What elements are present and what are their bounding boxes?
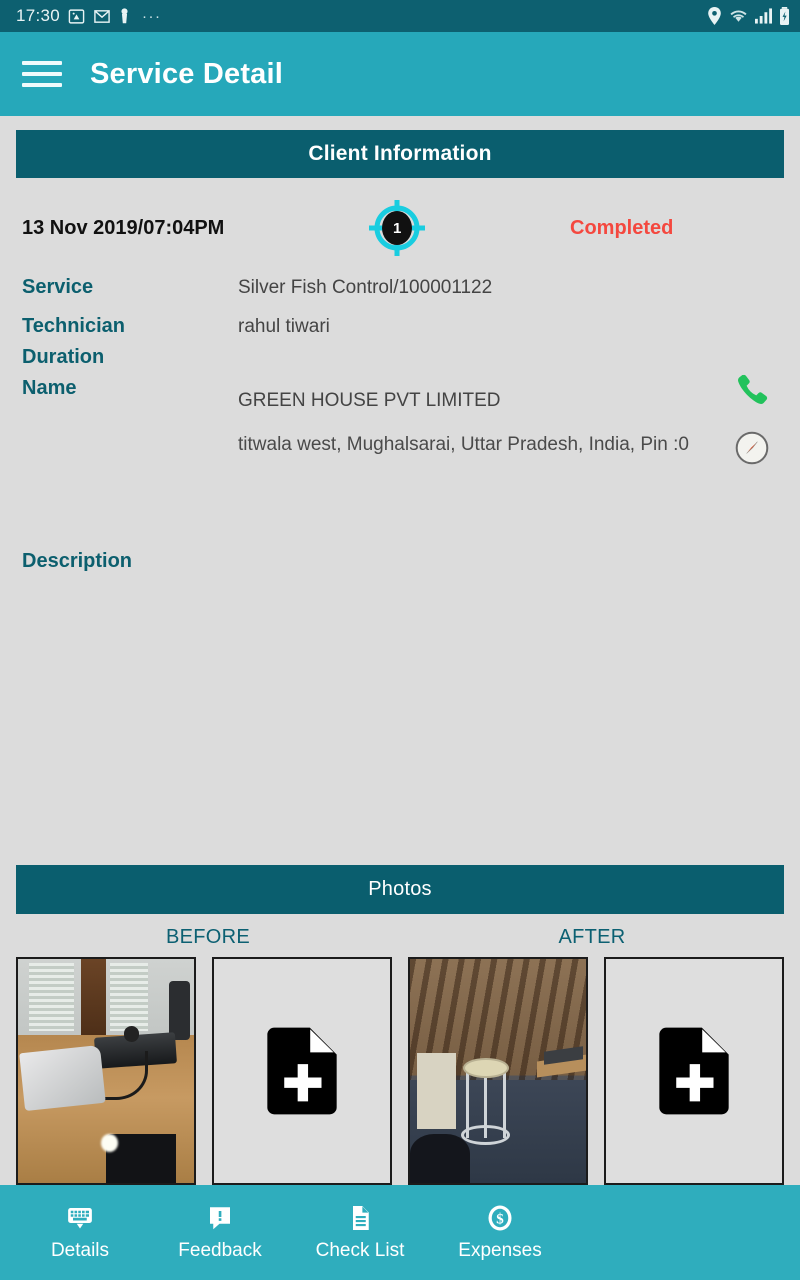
client-fields: Service Silver Fish Control/100001122 Te… xyxy=(0,258,800,465)
keyboard-icon xyxy=(65,1203,95,1233)
document-lines-icon xyxy=(345,1203,375,1233)
target-badge-count: 1 xyxy=(393,219,402,237)
status-bar: 17:30 ··· xyxy=(0,0,800,32)
gmail-icon xyxy=(93,8,111,25)
description-label: Description xyxy=(22,550,133,572)
nav-item-check-list[interactable]: Check List xyxy=(290,1203,430,1262)
phone-call-icon[interactable] xyxy=(733,371,771,414)
svg-text:$: $ xyxy=(496,1212,504,1228)
field-service: Service Silver Fish Control/100001122 xyxy=(22,272,778,303)
wifi-icon xyxy=(729,8,748,24)
nav-item-expenses-label: Expenses xyxy=(458,1240,542,1261)
service-summary-row: 13 Nov 2019/07:04PM 1 Completed xyxy=(0,198,800,258)
status-badge: Completed xyxy=(570,216,674,239)
before-label: BEFORE xyxy=(165,926,251,948)
field-technician-value: rahul tiwari xyxy=(238,316,330,337)
field-technician-label: Technician xyxy=(22,315,125,337)
signal-bars-icon xyxy=(755,8,772,24)
service-datetime: 13 Nov 2019/07:04PM xyxy=(22,216,225,239)
nav-item-expenses[interactable]: $ Expenses xyxy=(430,1203,570,1262)
compass-navigate-icon[interactable] xyxy=(734,430,770,471)
page-title: Service Detail xyxy=(90,57,284,90)
nav-item-feedback[interactable]: Feedback xyxy=(150,1203,290,1262)
photo-thumbnail-row xyxy=(0,957,800,1185)
main-content: Client Information 13 Nov 2019/07:04PM 1… xyxy=(0,116,800,1185)
field-name: Name GREEN HOUSE PVT LIMITED xyxy=(22,373,778,416)
status-bar-right xyxy=(707,7,790,25)
after-photo-stool[interactable] xyxy=(408,957,588,1185)
field-duration: Duration xyxy=(22,342,778,373)
after-label: AFTER xyxy=(558,926,626,948)
pdf-icon xyxy=(68,8,85,25)
nav-item-check-list-label: Check List xyxy=(315,1240,405,1261)
field-name-label: Name xyxy=(22,377,77,399)
add-after-photo[interactable] xyxy=(604,957,784,1185)
field-duration-label: Duration xyxy=(22,346,105,368)
location-pin-icon xyxy=(707,7,722,25)
nav-item-details[interactable]: Details xyxy=(10,1203,150,1262)
status-bar-clock: 17:30 xyxy=(16,6,61,25)
stool-photo-image xyxy=(410,959,586,1183)
add-document-icon xyxy=(267,1027,337,1115)
add-document-icon xyxy=(659,1027,729,1115)
field-name-value: GREEN HOUSE PVT LIMITED xyxy=(238,390,501,411)
desk-photo-image xyxy=(18,959,194,1183)
app-bar: Service Detail xyxy=(0,32,800,116)
client-address-row: titwala west, Mughalsarai, Uttar Pradesh… xyxy=(22,432,778,458)
app-screen: 17:30 ··· Service Detail Client Informat… xyxy=(0,0,800,1280)
nav-item-feedback-label: Feedback xyxy=(178,1240,262,1261)
status-bar-overflow-icon: ··· xyxy=(142,7,162,25)
bottom-navigation: Details Feedback Check List $ Expenses xyxy=(0,1185,800,1280)
before-photo-desk[interactable] xyxy=(16,957,196,1185)
description-block: Description xyxy=(0,550,800,573)
hamburger-menu-icon[interactable] xyxy=(22,59,62,89)
person-key-icon xyxy=(119,7,130,25)
photos-header: Photos xyxy=(16,865,784,914)
field-technician: Technician rahul tiwari xyxy=(22,311,778,342)
field-service-value: Silver Fish Control/100001122 xyxy=(238,277,493,298)
client-information-header: Client Information xyxy=(16,130,784,178)
target-crosshair-icon[interactable]: 1 xyxy=(366,197,428,259)
contact-actions xyxy=(722,371,782,471)
battery-charging-icon xyxy=(779,7,790,25)
client-name-group: Name GREEN HOUSE PVT LIMITED titwala wes… xyxy=(22,373,778,465)
client-address: titwala west, Mughalsarai, Uttar Pradesh… xyxy=(238,434,689,455)
add-before-photo[interactable] xyxy=(212,957,392,1185)
nav-item-details-label: Details xyxy=(50,1240,110,1261)
speech-bubble-alert-icon xyxy=(205,1203,235,1233)
dollar-circle-icon: $ xyxy=(485,1203,515,1233)
photos-section: Photos BEFORE AFTER xyxy=(0,865,800,1185)
status-bar-left: 17:30 ··· xyxy=(16,6,162,26)
field-service-label: Service xyxy=(22,276,94,298)
before-after-labels: BEFORE AFTER xyxy=(0,926,800,949)
